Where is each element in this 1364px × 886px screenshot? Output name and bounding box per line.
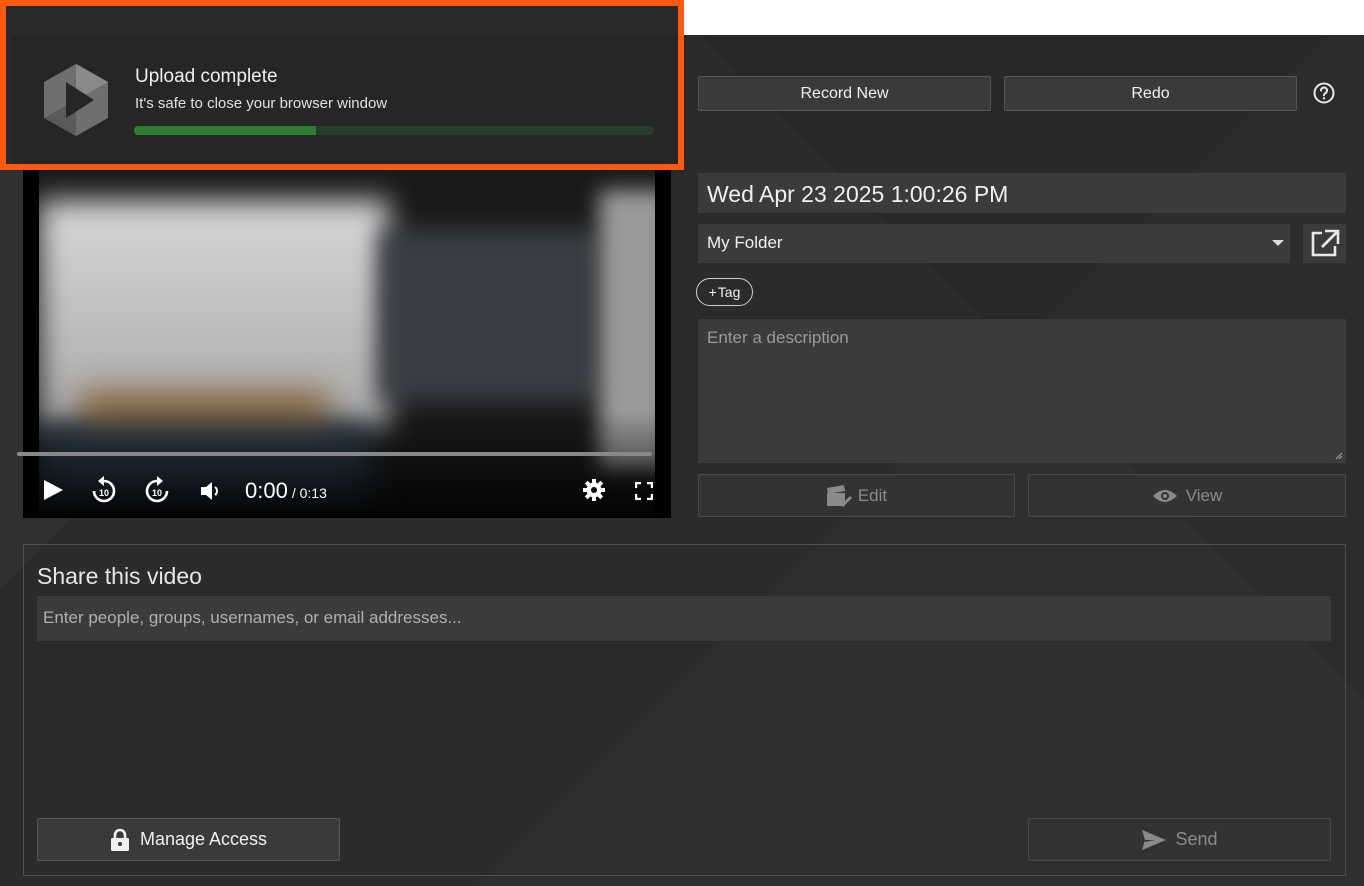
session-title-input[interactable]: Wed Apr 23 2025 1:00:26 PM — [698, 173, 1346, 213]
redo-button[interactable]: Redo — [1004, 76, 1297, 111]
record-new-button[interactable]: Record New — [698, 76, 991, 111]
lock-icon — [110, 828, 129, 851]
description-textarea[interactable]: Enter a description — [698, 319, 1346, 463]
upload-progress-bar — [134, 126, 654, 135]
toast-subtitle: It's safe to close your browser window — [135, 95, 388, 112]
clapperboard-edit-icon — [826, 484, 852, 507]
video-player[interactable] — [23, 170, 671, 518]
send-icon — [1142, 829, 1167, 850]
plus-icon: + — [708, 284, 717, 300]
chevron-down-icon — [1272, 240, 1284, 246]
upload-toast: Upload complete It's safe to close your … — [0, 0, 684, 170]
manage-access-label: Manage Access — [139, 829, 268, 849]
svg-text:10: 10 — [99, 488, 109, 498]
help-circle-icon[interactable] — [1313, 82, 1335, 104]
eye-icon — [1152, 489, 1177, 502]
open-folder-button[interactable] — [1303, 224, 1346, 263]
rewind-10-icon[interactable]: 10 — [90, 475, 118, 505]
video-frame[interactable] — [39, 170, 655, 515]
forward-10-icon[interactable]: 10 — [143, 475, 171, 505]
resize-grip-icon[interactable] — [1335, 452, 1343, 460]
view-label: View — [1185, 485, 1223, 505]
fullscreen-icon[interactable] — [635, 482, 653, 500]
video-scrub-bar[interactable] — [17, 452, 652, 456]
video-time: 0:00/ 0:13 — [245, 478, 327, 504]
edit-button[interactable]: Edit — [698, 474, 1015, 517]
manage-access-button[interactable]: Manage Access — [37, 818, 340, 861]
upload-progress-fill — [134, 126, 316, 135]
share-title: Share this video — [37, 563, 202, 589]
settings-gear-icon[interactable] — [582, 478, 606, 502]
volume-icon[interactable] — [199, 480, 223, 502]
svg-text:10: 10 — [152, 488, 162, 498]
duration: / 0:13 — [291, 485, 327, 501]
folder-select-value: My Folder — [707, 233, 783, 252]
add-tag-button[interactable]: + Tag — [696, 278, 753, 306]
view-button[interactable]: View — [1028, 474, 1346, 517]
edit-label: Edit — [857, 485, 888, 505]
panopto-logo-icon — [44, 64, 108, 136]
send-label: Send — [1175, 829, 1218, 849]
toast-title: Upload complete — [135, 66, 278, 87]
external-link-icon — [1311, 229, 1340, 257]
send-button[interactable]: Send — [1028, 818, 1331, 861]
play-icon[interactable] — [41, 478, 65, 502]
current-time: 0:00 — [245, 478, 288, 503]
tag-label: Tag — [717, 284, 741, 300]
folder-select[interactable]: My Folder — [698, 224, 1290, 263]
share-recipients-input[interactable]: Enter people, groups, usernames, or emai… — [37, 596, 1331, 641]
